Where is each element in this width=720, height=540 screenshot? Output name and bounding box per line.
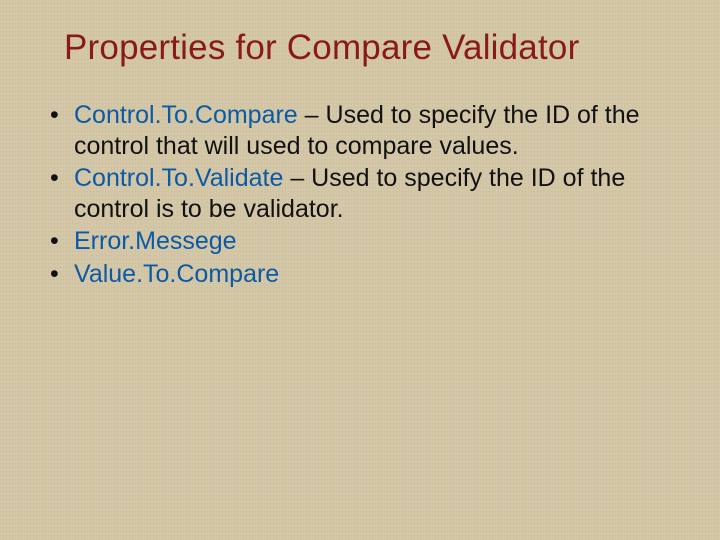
list-item: Control.To.Validate – Used to specify th… [48, 163, 680, 224]
property-term: Control.To.Validate [74, 164, 283, 192]
slide-title: Properties for Compare Validator [64, 28, 680, 68]
list-item: Error.Messege [48, 226, 680, 257]
property-term: Error.Messege [74, 227, 237, 255]
slide: Properties for Compare Validator Control… [0, 0, 720, 540]
list-item: Control.To.Compare – Used to specify the… [48, 100, 680, 161]
property-term: Control.To.Compare [74, 101, 298, 129]
list-item: Value.To.Compare [48, 259, 680, 290]
property-term: Value.To.Compare [74, 260, 279, 288]
bullet-list: Control.To.Compare – Used to specify the… [48, 100, 680, 289]
